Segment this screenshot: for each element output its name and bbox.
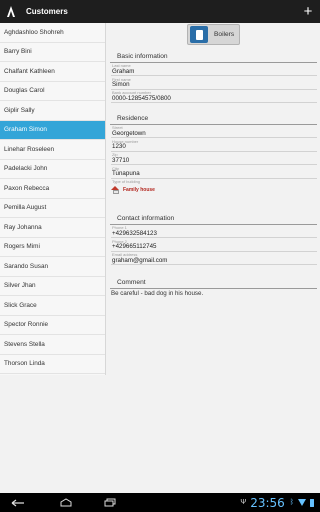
city-field[interactable]: City Tunapuna bbox=[111, 165, 317, 179]
residence-section: Residence Street Georgetown House number… bbox=[110, 115, 317, 195]
customer-list-item[interactable]: Spector Ronnie bbox=[0, 316, 105, 335]
customer-list-item[interactable]: Giplir Sally bbox=[0, 101, 105, 121]
customer-list-item[interactable]: Thorson Linda bbox=[0, 355, 105, 374]
battery-icon bbox=[310, 498, 314, 507]
field-value: 37710 bbox=[112, 156, 130, 164]
section-title: Basic information bbox=[117, 53, 168, 60]
field-value: Tunapuna bbox=[112, 170, 140, 177]
customer-list-item[interactable]: Aghdashloo Shohreh bbox=[0, 23, 105, 43]
zip-field[interactable]: Zip 37710 bbox=[111, 152, 317, 165]
home-icon[interactable] bbox=[56, 493, 76, 512]
customer-list-item[interactable]: Linehar Roseleen bbox=[0, 140, 105, 160]
boilers-button-label: Boilers bbox=[214, 31, 235, 38]
field-value: 1230 bbox=[112, 143, 126, 150]
customer-list-item[interactable]: Rogers Mimi bbox=[0, 238, 105, 257]
field-value: Family house bbox=[123, 186, 155, 193]
customer-list-item[interactable]: Chalfant Kathleen bbox=[0, 62, 105, 82]
field-value: Graham bbox=[112, 67, 135, 75]
field-value: Georgetown bbox=[112, 129, 146, 137]
page-title: Customers bbox=[26, 7, 68, 16]
customer-detail: Boilers Basic information Last name Grah… bbox=[107, 23, 320, 493]
app-logo-icon[interactable] bbox=[0, 0, 22, 23]
basic-info-section: Basic information Last name Graham First… bbox=[110, 53, 317, 103]
bluetooth-icon: ᛒ bbox=[289, 499, 294, 506]
usb-icon: Ψ bbox=[240, 499, 247, 506]
clock: 23:56 bbox=[250, 495, 285, 510]
customer-list-item[interactable]: Slick Grace bbox=[0, 296, 105, 316]
email-field[interactable]: Email address graham@gmail.com bbox=[111, 252, 317, 265]
phone1-field[interactable]: Phone 1 +429632584123 bbox=[111, 225, 317, 238]
back-icon[interactable] bbox=[8, 493, 28, 512]
comment-text[interactable]: Be careful - bad dog in his house. bbox=[111, 290, 317, 297]
divider bbox=[110, 287, 317, 289]
field-caption: Type of building bbox=[112, 178, 141, 184]
customer-list-item[interactable]: Padelacki John bbox=[0, 160, 105, 179]
customer-list-item[interactable]: Douglas Carol bbox=[0, 82, 105, 101]
system-navigation-bar: Ψ 23:56 ᛒ bbox=[0, 493, 320, 512]
wifi-icon bbox=[298, 499, 306, 506]
section-title: Residence bbox=[117, 115, 149, 122]
field-value: Simon bbox=[112, 81, 130, 88]
field-value: +429632584123 bbox=[112, 229, 157, 237]
bank-account-field[interactable]: Bank account number 0000-12854575/0800 bbox=[111, 90, 317, 103]
building-type-field[interactable]: Family house bbox=[111, 184, 317, 195]
field-value: 0000-12854575/0800 bbox=[112, 94, 171, 102]
street-field[interactable]: Street Georgetown bbox=[111, 125, 317, 138]
recent-apps-icon[interactable] bbox=[100, 493, 120, 512]
customer-list-item[interactable]: Silver Jhan bbox=[0, 277, 105, 296]
last-name-field[interactable]: Last name Graham bbox=[111, 63, 317, 76]
customer-list-item[interactable]: Paxon Rebecca bbox=[0, 179, 105, 199]
customer-list: Aghdashloo Shohreh Barry Bini Chalfant Kat… bbox=[0, 23, 106, 375]
boilers-button[interactable]: Boilers bbox=[187, 24, 240, 45]
field-value: +429665112745 bbox=[112, 243, 157, 250]
comment-section: Comment Be careful - bad dog in his hous… bbox=[110, 279, 317, 297]
customer-list-item[interactable]: Pemilla August bbox=[0, 199, 105, 218]
building-type-caption-row: Type of building bbox=[111, 179, 317, 184]
action-bar: Customers + bbox=[0, 0, 320, 23]
customer-list-item[interactable]: Stevens Stella bbox=[0, 335, 105, 355]
contact-section: Contact information Phone 1 +42963258412… bbox=[110, 215, 317, 265]
section-title: Comment bbox=[117, 279, 146, 286]
field-value: graham@gmail.com bbox=[112, 256, 168, 264]
first-name-field[interactable]: First name Simon bbox=[111, 76, 317, 90]
boiler-icon bbox=[190, 26, 208, 43]
customer-list-item[interactable]: Sarando Susan bbox=[0, 257, 105, 277]
customer-list-item[interactable]: Graham Simon bbox=[0, 120, 105, 140]
customer-list-item[interactable]: Ray Johanna bbox=[0, 218, 105, 238]
house-number-field[interactable]: House number 1230 bbox=[111, 138, 317, 152]
house-icon bbox=[111, 185, 120, 194]
section-title: Contact information bbox=[117, 215, 175, 222]
plus-icon[interactable]: + bbox=[296, 0, 320, 23]
customer-list-item[interactable]: Barry Bini bbox=[0, 43, 105, 62]
phone2-field[interactable]: Phone 2 +429665112745 bbox=[111, 238, 317, 252]
